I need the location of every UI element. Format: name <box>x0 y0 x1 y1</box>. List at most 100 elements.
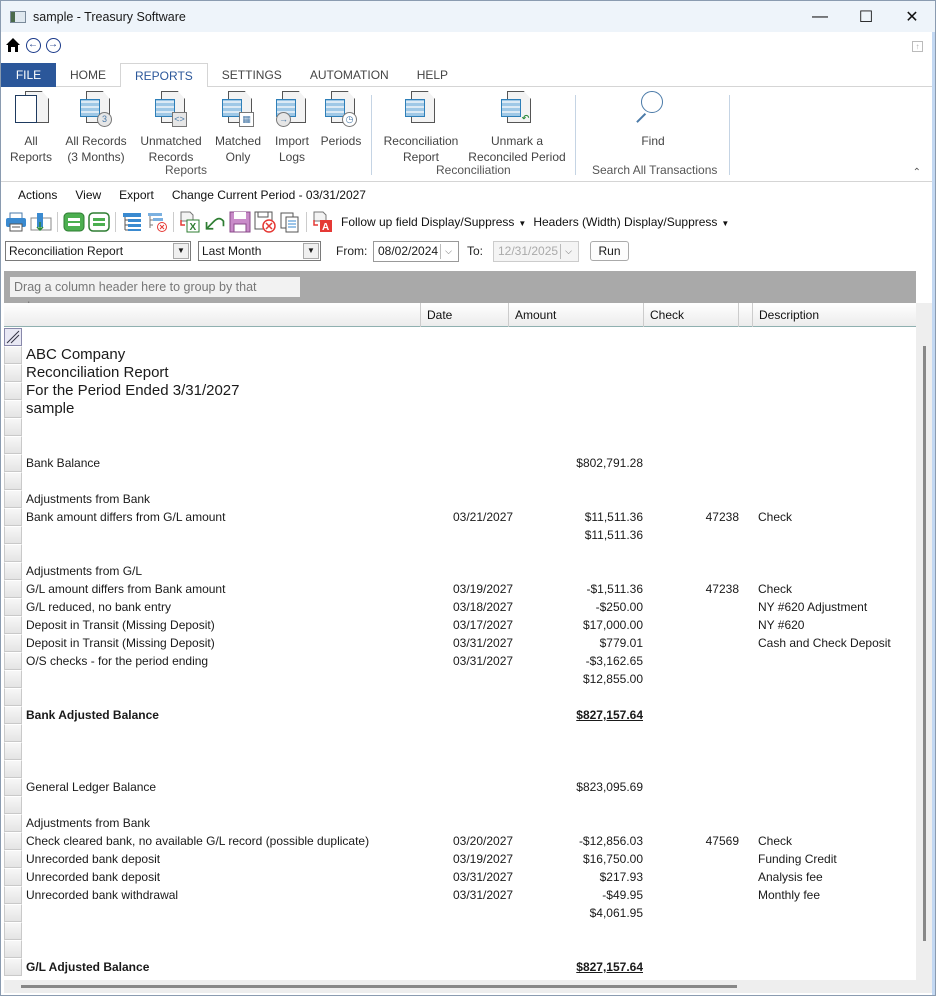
menu-actions[interactable]: Actions <box>1 185 66 205</box>
unmatched-records-button[interactable]: <> Unmatched Records <box>137 91 205 165</box>
tab-home[interactable]: HOME <box>56 63 120 87</box>
row-selector[interactable] <box>4 850 22 868</box>
table-row[interactable]: Deposit in Transit (Missing Deposit) 03/1… <box>4 616 916 634</box>
row-selector[interactable] <box>4 400 22 418</box>
all-records-button[interactable]: 3 All Records (3 Months) <box>63 91 129 165</box>
row-selector[interactable] <box>4 760 22 778</box>
table-row[interactable]: G/L amount differs from Bank amount 03/19… <box>4 580 916 598</box>
menu-view[interactable]: View <box>66 185 110 205</box>
table-row[interactable]: Adjustments from G/L <box>4 562 916 580</box>
export-excel-icon[interactable]: X <box>179 211 201 233</box>
save-icon[interactable] <box>229 211 251 233</box>
all-reports-button[interactable]: All Reports <box>9 91 53 165</box>
tree-remove-icon[interactable] <box>146 211 168 233</box>
row-selector[interactable] <box>4 436 22 454</box>
table-row[interactable]: General Ledger Balance $823,095.69 <box>4 778 916 796</box>
run-button[interactable]: Run <box>590 241 629 261</box>
table-row[interactable]: Bank Balance $802,791.28 <box>4 454 916 472</box>
table-row[interactable]: Bank amount differs from G/L amount 03/21… <box>4 508 916 526</box>
row-selector[interactable] <box>4 526 22 544</box>
date-range-select[interactable]: Last Month ▼ <box>198 241 321 261</box>
matched-only-button[interactable]: ▦ Matched Only <box>211 91 265 165</box>
reconciliation-report-button[interactable]: Reconciliation Report <box>381 91 461 165</box>
table-row[interactable] <box>4 436 916 454</box>
table-row[interactable]: Unrecorded bank withdrawal 03/31/2027 -$49… <box>4 886 916 904</box>
table-row[interactable]: O/S checks - for the period ending 03/31/… <box>4 652 916 670</box>
unmark-period-button[interactable]: ↶ Unmark a Reconciled Period <box>467 91 567 165</box>
row-selector[interactable] <box>4 706 22 724</box>
column-header-check[interactable]: Check <box>643 303 738 327</box>
print-icon[interactable] <box>5 211 27 233</box>
headers-dropdown[interactable]: Headers (Width) Display/Suppress ▼ <box>533 215 729 229</box>
undo-icon[interactable] <box>204 211 226 233</box>
row-selector[interactable] <box>4 652 22 670</box>
row-selector[interactable] <box>4 724 22 742</box>
table-row[interactable]: Unrecorded bank deposit 03/19/2027 $16,750… <box>4 850 916 868</box>
table-row[interactable]: $4,061.95 <box>4 904 916 922</box>
close-button[interactable]: ✕ <box>889 1 935 32</box>
table-row[interactable] <box>4 418 916 436</box>
collapse-ribbon-icon[interactable]: ⌃ <box>913 167 921 178</box>
row-selector[interactable] <box>4 796 22 814</box>
row-selector[interactable] <box>4 778 22 796</box>
tab-reports[interactable]: REPORTS <box>120 63 208 88</box>
vertical-scrollbar[interactable] <box>916 303 933 980</box>
row-selector[interactable] <box>4 580 22 598</box>
maximize-button[interactable]: ☐ <box>843 1 889 32</box>
row-selector[interactable] <box>4 364 22 382</box>
row-selector[interactable] <box>4 544 22 562</box>
row-selector[interactable] <box>4 616 22 634</box>
row-selector[interactable] <box>4 418 22 436</box>
table-row[interactable] <box>4 472 916 490</box>
collapse-all-icon[interactable] <box>88 211 110 233</box>
tree-view-icon[interactable] <box>121 211 143 233</box>
table-row[interactable]: Unrecorded bank deposit 03/31/2027 $217.93… <box>4 868 916 886</box>
row-selector[interactable] <box>4 670 22 688</box>
row-selector[interactable] <box>4 346 22 364</box>
table-row[interactable]: $12,855.00 <box>4 670 916 688</box>
table-row[interactable] <box>4 796 916 814</box>
table-row[interactable] <box>4 724 916 742</box>
row-selector[interactable] <box>4 490 22 508</box>
row-selector[interactable] <box>4 742 22 760</box>
row-selector[interactable] <box>4 382 22 400</box>
copy-icon[interactable] <box>279 211 301 233</box>
row-selector[interactable] <box>4 598 22 616</box>
back-icon[interactable]: ← <box>25 37 41 53</box>
table-row[interactable]: Deposit in Transit (Missing Deposit) 03/3… <box>4 634 916 652</box>
import-logs-button[interactable]: → Import Logs <box>271 91 313 165</box>
row-selector[interactable] <box>4 688 22 706</box>
row-selector[interactable] <box>4 958 22 976</box>
menu-export[interactable]: Export <box>110 185 163 205</box>
find-button[interactable]: Find <box>621 91 685 149</box>
tab-file[interactable]: FILE <box>1 63 56 87</box>
table-row[interactable]: For the Period Ended 3/31/2027 <box>4 382 916 400</box>
from-date-picker[interactable]: 08/02/2024 ⌵ <box>373 241 459 262</box>
row-selector[interactable] <box>4 922 22 940</box>
table-row[interactable]: G/L reduced, no bank entry 03/18/2027 -$25… <box>4 598 916 616</box>
report-select[interactable]: Reconciliation Report ▼ <box>5 241 191 261</box>
row-selector[interactable] <box>4 886 22 904</box>
column-header-description[interactable]: Description <box>752 303 916 327</box>
column-header-spacer[interactable] <box>738 303 752 327</box>
horizontal-scroll-thumb[interactable] <box>21 985 737 988</box>
table-row[interactable]: Reconciliation Report <box>4 364 916 382</box>
row-selector[interactable] <box>4 814 22 832</box>
to-date-picker[interactable]: 12/31/2025 ⌵ <box>493 241 579 262</box>
column-header-amount[interactable]: Amount <box>508 303 643 327</box>
tab-automation[interactable]: AUTOMATION <box>296 63 403 87</box>
table-row[interactable] <box>4 688 916 706</box>
table-row[interactable] <box>4 544 916 562</box>
pin-ribbon-icon[interactable]: ↑ <box>912 41 923 52</box>
select-all-icon[interactable] <box>4 328 22 346</box>
table-row[interactable] <box>4 742 916 760</box>
expand-all-icon[interactable] <box>63 211 85 233</box>
row-selector[interactable] <box>4 472 22 490</box>
table-row[interactable]: G/L Adjusted Balance $827,157.64 <box>4 958 916 976</box>
row-selector[interactable] <box>4 940 22 958</box>
row-selector[interactable] <box>4 508 22 526</box>
tab-help[interactable]: HELP <box>403 63 462 87</box>
row-selector[interactable] <box>4 832 22 850</box>
column-header-date[interactable]: Date <box>420 303 508 327</box>
group-by-panel[interactable]: Drag a column header here to group by th… <box>4 271 916 314</box>
